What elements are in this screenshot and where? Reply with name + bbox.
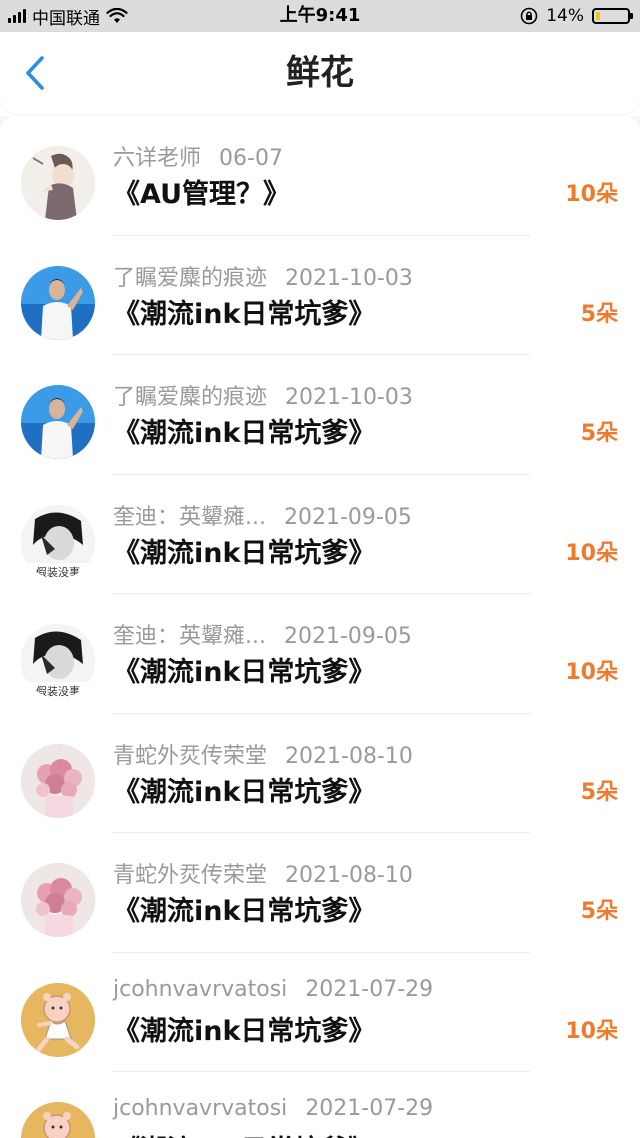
avatar[interactable]: [21, 1102, 95, 1138]
record-meta: 青蛇外烎传荣堂 2021-08-10: [113, 857, 413, 889]
username-label[interactable]: 六详老师: [113, 140, 201, 172]
avatar[interactable]: [21, 146, 95, 220]
avatar[interactable]: [21, 863, 95, 937]
flower-list-inner: 六详老师 06-07 《AU管理？》 10朵 了瞩爱麋的痕迹 2021-10-03 《潮流i…: [0, 116, 640, 1138]
username-label[interactable]: 青蛇外烎传荣堂: [113, 857, 267, 889]
battery-icon: [592, 8, 633, 24]
record-meta: 六详老师 06-07: [113, 140, 283, 172]
status-right: 14%: [520, 0, 633, 32]
flower-list[interactable]: 六详老师 06-07 《AU管理？》 10朵 了瞩爱麋的痕迹 2021-10-03 《潮流i…: [0, 116, 640, 1138]
flower-count: 10朵: [565, 660, 618, 685]
list-item[interactable]: 了瞩爱麋的痕迹 2021-10-03 《潮流ink日常坑爹》 5朵: [0, 355, 640, 475]
record-meta: 奎迪：英顰瘫... 2021-09-05: [113, 618, 412, 650]
work-title[interactable]: 《潮流ink日常坑爹》: [113, 1009, 375, 1048]
list-item[interactable]: 六详老师 06-07 《AU管理？》 10朵: [0, 116, 640, 236]
date-label: 2021-07-29: [305, 976, 434, 1002]
flower-count: 10朵: [565, 1132, 618, 1138]
flower-count: 10朵: [565, 182, 618, 207]
username-label[interactable]: 奎迪：英顰瘫...: [113, 499, 266, 531]
avatar[interactable]: 假装没事: [21, 504, 95, 579]
record-meta: 了瞩爱麋的痕迹 2021-10-03: [113, 379, 413, 411]
work-title[interactable]: 《潮流ink日常坑爹》: [113, 531, 375, 570]
avatar[interactable]: [21, 982, 95, 1057]
battery-percent: 14%: [546, 6, 584, 26]
date-label: 2021-08-10: [285, 743, 413, 769]
date-label: 2021-09-05: [283, 504, 412, 530]
record-meta: jcohnvavrvatosi 2021-07-29: [113, 1096, 433, 1121]
page-title: 鲜花: [286, 53, 354, 93]
username-label[interactable]: 奎迪：英顰瘫...: [113, 618, 266, 650]
flower-count: 10朵: [565, 540, 618, 566]
nav-bar: 鲜花: [0, 32, 640, 114]
avatar[interactable]: 假装没事: [21, 624, 95, 698]
list-item[interactable]: 青蛇外烎传荣堂 2021-08-10 《潮流ink日常坑爹》 5朵: [0, 833, 640, 953]
avatar[interactable]: [21, 385, 95, 459]
work-title[interactable]: 《潮流ink日常坑爹》: [113, 889, 375, 928]
date-label: 2021-08-10: [285, 863, 413, 888]
list-item[interactable]: 了瞩爱麋的痕迹 2021-10-03 《潮流ink日常坑爹》 5朵: [0, 236, 640, 356]
date-label: 2021-10-03: [285, 385, 413, 410]
list-item[interactable]: 青蛇外烎传荣堂 2021-08-10 《潮流ink日常坑爹》 5朵: [0, 714, 640, 834]
status-bar: 中国联通 上午9:41 14%: [0, 0, 640, 32]
work-title[interactable]: 《潮流ink日常坑爹》: [113, 292, 375, 331]
username-label[interactable]: 了瞩爱麋的痕迹: [113, 379, 267, 411]
date-label: 2021-10-03: [285, 265, 413, 291]
work-title[interactable]: 《潮流ink日常坑爹》: [113, 650, 375, 689]
list-item[interactable]: 假装没事 奎迪：英顰瘫... 2021-09-05 《潮流ink日常坑爹》 10朵: [0, 475, 640, 595]
work-title[interactable]: 《潮流ink日常坑爹》: [113, 411, 375, 450]
svg-text:假装没事: 假装没事: [36, 565, 80, 579]
record-meta: jcohnvavrvatosi 2021-07-29: [113, 977, 433, 1002]
flower-count: 5朵: [580, 899, 618, 924]
svg-text:假装没事: 假装没事: [36, 684, 80, 698]
work-title[interactable]: 《AU管理？》: [113, 172, 290, 211]
battery-fill: [596, 12, 600, 20]
username-label[interactable]: jcohnvavrvatosi: [113, 1096, 287, 1121]
work-title[interactable]: 《潮流ink日常坑爹》: [113, 1128, 375, 1138]
flower-count: 5朵: [580, 421, 618, 446]
list-item[interactable]: jcohnvavrvatosi 2021-07-29 《潮流ink日常坑爹》 10朵: [0, 1072, 640, 1138]
username-label[interactable]: 青蛇外烎传荣堂: [113, 738, 267, 770]
date-label: 2021-07-29: [305, 1096, 434, 1121]
date-label: 2021-09-05: [283, 624, 412, 649]
avatar[interactable]: [21, 743, 95, 818]
record-meta: 了瞩爱麋的痕迹 2021-10-03: [113, 260, 413, 292]
flower-count: 10朵: [565, 1018, 618, 1044]
username-label[interactable]: jcohnvavrvatosi: [113, 977, 287, 1002]
list-item[interactable]: 假装没事 奎迪：英顰瘫... 2021-09-05 《潮流ink日常坑爹》 10朵: [0, 594, 640, 714]
flower-count: 5朵: [580, 779, 618, 805]
work-title[interactable]: 《潮流ink日常坑爹》: [113, 770, 375, 809]
record-meta: 青蛇外烎传荣堂 2021-08-10: [113, 738, 413, 770]
rotation-lock-icon: [520, 7, 538, 25]
record-meta: 奎迪：英顰瘫... 2021-09-05: [113, 499, 412, 531]
date-label: 06-07: [219, 146, 283, 171]
username-label[interactable]: 了瞩爱麋的痕迹: [113, 260, 267, 292]
list-item[interactable]: jcohnvavrvatosi 2021-07-29 《潮流ink日常坑爹》 10朵: [0, 953, 640, 1073]
avatar[interactable]: [21, 265, 95, 340]
flower-count: 5朵: [580, 301, 618, 327]
